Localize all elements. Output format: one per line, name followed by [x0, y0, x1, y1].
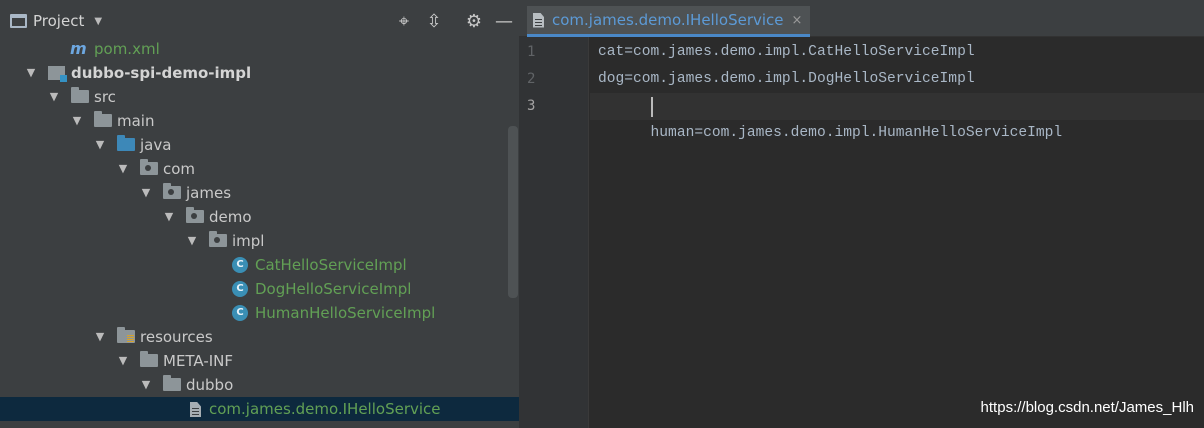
line-number: 2 [527, 71, 536, 87]
expand-triangle-icon[interactable]: ▼ [116, 349, 130, 373]
tree-item-meta-inf[interactable]: ▼ META-INF [0, 349, 519, 373]
expand-triangle-icon[interactable]: ▼ [185, 229, 199, 253]
folder-icon [71, 87, 89, 103]
folder-icon [163, 375, 181, 391]
tree-item-class-dog[interactable]: C DogHelloServiceImpl [0, 277, 519, 301]
tree-item-label: HumanHelloServiceImpl [255, 304, 436, 322]
resources-folder-icon [117, 327, 135, 343]
tree-item-label: main [117, 112, 155, 130]
watermark: https://blog.csdn.net/James_Hlh [980, 399, 1194, 416]
expand-triangle-icon[interactable]: ▼ [139, 181, 153, 205]
tree-item-resources[interactable]: ▼ resources [0, 325, 519, 349]
code-editor[interactable]: cat=com.james.demo.impl.CatHelloServiceI… [590, 37, 1204, 428]
tree-item-src[interactable]: ▼ src [0, 85, 519, 109]
tree-item-label: impl [232, 232, 265, 250]
project-panel-title: Project [33, 12, 85, 30]
editor-tab-label: com.james.demo.IHelloService [552, 11, 784, 29]
tree-item-package-com[interactable]: ▼ com [0, 157, 519, 181]
code-line[interactable]: dog=com.james.demo.impl.DogHelloServiceI… [590, 66, 1204, 93]
tree-item-label: src [94, 88, 116, 106]
package-icon [186, 207, 204, 223]
tree-item-label: DogHelloServiceImpl [255, 280, 412, 298]
close-icon[interactable]: × [792, 13, 803, 28]
editor-tab-bar: com.james.demo.IHelloService × [519, 0, 1204, 37]
project-panel-tools: ⌖ ⇳ ⚙ — [389, 4, 519, 38]
expand-triangle-icon[interactable]: ▼ [47, 85, 61, 109]
tree-item-pom-xml[interactable]: m pom.xml [0, 37, 519, 61]
tree-item-package-demo[interactable]: ▼ demo [0, 205, 519, 229]
editor-area: com.james.demo.IHelloService × 1 2 3 cat… [519, 0, 1204, 428]
maven-icon: m [70, 39, 87, 58]
expand-triangle-icon[interactable]: ▼ [93, 133, 107, 157]
expand-triangle-icon[interactable]: ▼ [24, 61, 38, 85]
package-icon [163, 183, 181, 199]
collapse-icon[interactable]: ⇳ [419, 6, 449, 36]
tree-item-label: META-INF [163, 352, 234, 370]
gear-icon[interactable]: ⚙ [459, 6, 489, 36]
expand-triangle-icon[interactable]: ▼ [116, 157, 130, 181]
tree-item-package-james[interactable]: ▼ james [0, 181, 519, 205]
text-caret [651, 97, 653, 117]
package-icon [140, 159, 158, 175]
tree-item-label: dubbo-spi-demo-impl [71, 64, 252, 82]
chevron-down-icon: ▼ [94, 15, 103, 27]
text-file-icon [533, 12, 544, 28]
expand-triangle-icon[interactable]: ▼ [139, 373, 153, 397]
project-view-selector[interactable]: Project ▼ [10, 12, 102, 30]
tree-item-label: com.james.demo.IHelloService [209, 400, 441, 418]
source-folder-icon [117, 135, 135, 151]
locate-icon[interactable]: ⌖ [389, 6, 419, 36]
tree-item-class-human[interactable]: C HumanHelloServiceImpl [0, 301, 519, 325]
line-number: 1 [527, 44, 536, 60]
tree-item-label: pom.xml [94, 40, 160, 58]
editor-tab-ihelloservice[interactable]: com.james.demo.IHelloService × [527, 6, 811, 37]
tree-item-main[interactable]: ▼ main [0, 109, 519, 133]
code-line-text: human=com.james.demo.impl.HumanHelloServ… [650, 125, 1063, 141]
expand-triangle-icon[interactable]: ▼ [162, 205, 176, 229]
line-number-gutter: 1 2 3 [519, 37, 589, 428]
tree-item-class-cat[interactable]: C CatHelloServiceImpl [0, 253, 519, 277]
tree-item-label: demo [209, 208, 252, 226]
project-panel: Project ▼ ⌖ ⇳ ⚙ — m pom.xml ▼ dubbo-spi-… [0, 0, 519, 428]
folder-icon [140, 351, 158, 367]
tree-item-module[interactable]: ▼ dubbo-spi-demo-impl [0, 61, 519, 85]
tree-item-label: dubbo [186, 376, 234, 394]
tree-item-label: java [140, 136, 172, 154]
project-panel-header: Project ▼ ⌖ ⇳ ⚙ — [0, 4, 519, 38]
tree-scrollbar[interactable] [508, 126, 518, 298]
tree-item-package-impl[interactable]: ▼ impl [0, 229, 519, 253]
class-icon: C [232, 281, 248, 297]
tree-item-label: CatHelloServiceImpl [255, 256, 407, 274]
project-tree: m pom.xml ▼ dubbo-spi-demo-impl ▼ src ▼ … [0, 37, 519, 421]
tree-item-label: com [163, 160, 196, 178]
expand-triangle-icon[interactable]: ▼ [93, 325, 107, 349]
code-line[interactable]: cat=com.james.demo.impl.CatHelloServiceI… [590, 39, 1204, 66]
tree-item-label: james [186, 184, 232, 202]
package-icon [209, 231, 227, 247]
text-file-icon [190, 402, 201, 417]
tree-item-label: resources [140, 328, 213, 346]
expand-triangle-icon[interactable]: ▼ [70, 109, 84, 133]
line-number: 3 [527, 98, 536, 114]
module-icon [48, 66, 67, 82]
class-icon: C [232, 257, 248, 273]
tree-item-java[interactable]: ▼ java [0, 133, 519, 157]
folder-icon [94, 111, 112, 127]
project-window-icon [10, 14, 27, 28]
minimize-icon[interactable]: — [489, 6, 519, 36]
tree-item-dubbo[interactable]: ▼ dubbo [0, 373, 519, 397]
code-line-current[interactable]: human=com.james.demo.impl.HumanHelloServ… [590, 93, 1204, 141]
tree-item-ihelloservice-file[interactable]: com.james.demo.IHelloService [0, 397, 519, 421]
class-icon: C [232, 305, 248, 321]
